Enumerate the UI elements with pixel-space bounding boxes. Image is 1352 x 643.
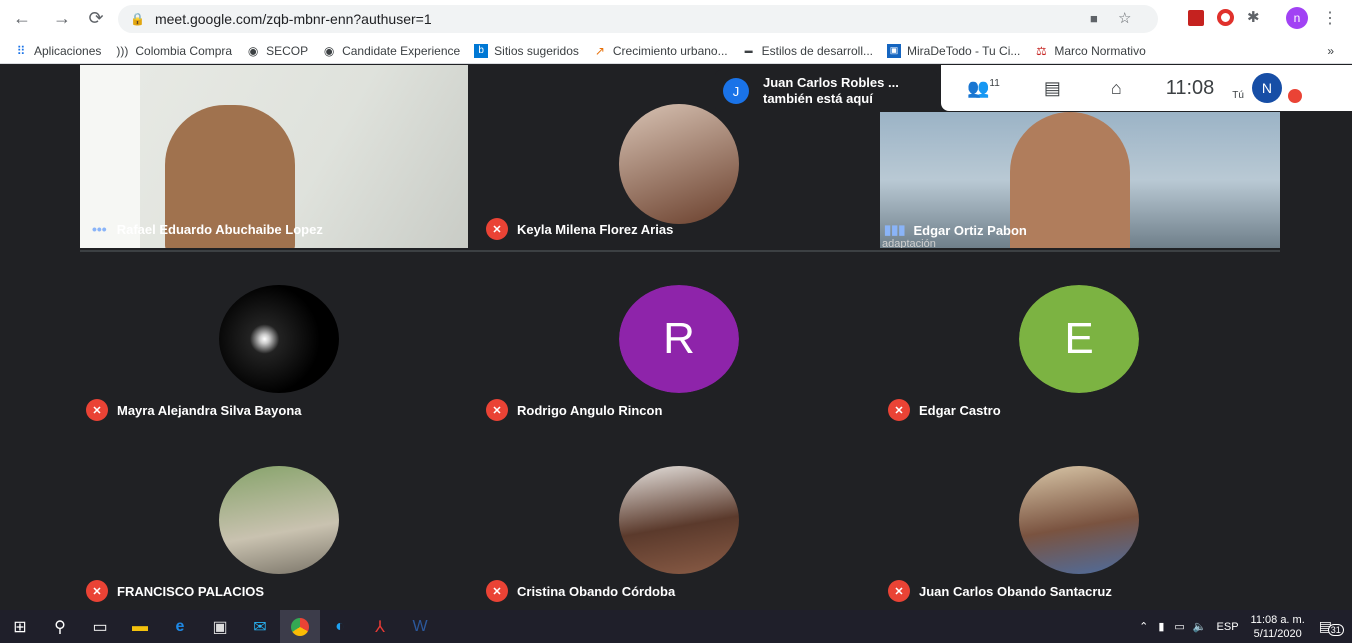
mic-off-icon: ✕ bbox=[86, 399, 108, 421]
participant-tile-rafael[interactable]: ••• Rafael Eduardo Abuchaibe Lopez bbox=[80, 65, 468, 248]
edge-icon[interactable]: ◐ bbox=[320, 610, 360, 643]
address-bar[interactable]: 🔒 meet.google.com/zqb-mbnr-enn?authuser=… bbox=[118, 5, 1158, 33]
mic-off-icon: ✕ bbox=[486, 218, 508, 240]
activities-icon[interactable]: ⌂ bbox=[1111, 78, 1122, 99]
mic-off-icon: ✕ bbox=[86, 580, 108, 602]
self-mic-off-icon bbox=[1287, 89, 1302, 103]
bookmark-aplicaciones[interactable]: ⠿ Aplicaciones bbox=[14, 43, 102, 58]
internet-explorer-icon[interactable]: e bbox=[160, 610, 200, 643]
language-indicator[interactable]: ESP bbox=[1217, 621, 1239, 633]
chat-icon[interactable]: ▤ bbox=[1044, 78, 1061, 99]
bookmark-colombia-compra[interactable]: ))) Colombia Compra bbox=[115, 44, 232, 58]
letter-avatar-r: R bbox=[619, 285, 739, 393]
globe-icon: ◉ bbox=[247, 43, 259, 58]
mic-off-icon: ✕ bbox=[888, 399, 910, 421]
chart-icon: ↗ bbox=[594, 43, 605, 58]
system-clock[interactable]: 11:08 a. m. 5/11/2020 bbox=[1251, 613, 1305, 641]
mic-off-icon: ✕ bbox=[486, 580, 508, 602]
self-label: Tú bbox=[1232, 89, 1244, 101]
scale-icon: ⚖ bbox=[1036, 43, 1047, 58]
participant-avatar-keyla bbox=[619, 104, 739, 224]
network-icon[interactable]: ▭ bbox=[1174, 620, 1184, 633]
file-explorer-icon[interactable]: ▬ bbox=[120, 610, 160, 643]
participant-name-keyla: ✕ Keyla Milena Florez Arias bbox=[486, 218, 673, 240]
participant-name-francisco: ✕ FRANCISCO PALACIOS bbox=[86, 580, 264, 602]
participant-name-juan-carlos: ✕ Juan Carlos Obando Santacruz bbox=[888, 580, 1112, 602]
notice-avatar: J bbox=[723, 78, 749, 104]
bookmark-crecimiento-urbano[interactable]: ↗ Crecimiento urbano... bbox=[593, 44, 728, 58]
windows-taskbar: ⊞ ⚲ ▭ ▬ e ▣ ✉ ◐ ⅄ W ⌃ ▮ ▭ 🔈 ESP 11:08 a.… bbox=[0, 610, 1352, 643]
forward-arrow-icon[interactable]: → bbox=[50, 8, 74, 29]
mail-icon[interactable]: ✉ bbox=[240, 610, 280, 643]
bookmarks-overflow[interactable]: » bbox=[1327, 44, 1334, 58]
notification-count: 31 bbox=[1327, 624, 1344, 636]
notice-name: Juan Carlos Robles ... bbox=[763, 75, 899, 90]
chrome-taskbar-icon[interactable] bbox=[280, 610, 320, 643]
opera-extension-icon[interactable] bbox=[1217, 9, 1234, 26]
star-icon[interactable]: ☆ bbox=[1118, 9, 1131, 27]
task-view-icon[interactable]: ▭ bbox=[80, 610, 120, 643]
letter-avatar-e: E bbox=[1019, 285, 1139, 393]
site-icon: ▬ bbox=[744, 46, 753, 55]
apps-grid-icon: ⠿ bbox=[16, 43, 26, 58]
bookmark-candidate-experience[interactable]: ◉ Candidate Experience bbox=[322, 44, 460, 58]
bookmark-secop[interactable]: ◉ SECOP bbox=[246, 44, 308, 58]
meet-top-bar: 👥 11 ▤ ⌂ 11:08 Tú N bbox=[941, 65, 1352, 111]
volume-icon[interactable]: 🔈 bbox=[1193, 620, 1207, 633]
participants-count: 11 bbox=[989, 77, 1000, 89]
tray-chevron-icon[interactable]: ⌃ bbox=[1139, 620, 1148, 633]
participant-avatar-cristina bbox=[619, 466, 739, 574]
bookmark-estilos-de-desarrollo[interactable]: ▬ Estilos de desarroll... bbox=[742, 44, 873, 58]
self-avatar[interactable]: N bbox=[1251, 73, 1282, 103]
browser-toolbar: ← → ⟳ 🔒 meet.google.com/zqb-mbnr-enn?aut… bbox=[0, 0, 1352, 38]
globe-icon: ◉ bbox=[323, 43, 335, 58]
speaking-bars-icon: ▮▮▮ bbox=[884, 222, 906, 237]
lock-icon: 🔒 bbox=[130, 12, 145, 26]
acrobat-icon[interactable]: ⅄ bbox=[360, 610, 400, 643]
people-icon: 👥 bbox=[967, 77, 990, 98]
participant-name-rodrigo: ✕ Rodrigo Angulo Rincon bbox=[486, 399, 662, 421]
url-text[interactable]: meet.google.com/zqb-mbnr-enn?authuser=1 bbox=[155, 11, 432, 27]
bing-icon: b bbox=[474, 43, 489, 58]
store-icon[interactable]: ▣ bbox=[200, 610, 240, 643]
video-overlay-text: adaptación bbox=[882, 238, 936, 248]
participant-avatar-rodrigo: R bbox=[619, 285, 739, 393]
profile-avatar[interactable]: n bbox=[1286, 7, 1308, 29]
participant-avatar-francisco bbox=[219, 466, 339, 574]
bookmarks-bar: ⠿ Aplicaciones ))) Colombia Compra ◉ SECOP … bbox=[0, 38, 1352, 64]
join-notification: J Juan Carlos Robles ... también está aq… bbox=[715, 70, 937, 112]
participant-name: ▮▮▮ Edgar Ortiz Pabon bbox=[884, 222, 1027, 238]
menu-kebab-icon[interactable]: ⋮ bbox=[1322, 8, 1338, 28]
colombia-compra-icon: ))) bbox=[116, 43, 129, 58]
mic-off-icon: ✕ bbox=[486, 399, 508, 421]
pdf-extension-icon[interactable] bbox=[1188, 10, 1204, 26]
participant-tile-edgar-ortiz[interactable]: ▮▮▮ Edgar Ortiz Pabon adaptación bbox=[880, 112, 1280, 248]
speaking-dots-icon: ••• bbox=[92, 221, 107, 237]
extensions-puzzle-icon[interactable]: ✱ bbox=[1247, 8, 1260, 26]
participant-avatar-mayra bbox=[219, 285, 339, 393]
back-arrow-icon[interactable]: ← bbox=[10, 8, 34, 29]
mic-off-icon: ✕ bbox=[888, 580, 910, 602]
meeting-clock: 11:08 bbox=[1165, 76, 1215, 99]
participant-avatar-juan-carlos bbox=[1019, 466, 1139, 574]
camera-icon[interactable]: ■ bbox=[1090, 11, 1098, 26]
participant-video bbox=[1010, 112, 1130, 248]
participant-name-mayra: ✕ Mayra Alejandra Silva Bayona bbox=[86, 399, 302, 421]
search-icon[interactable]: ⚲ bbox=[40, 610, 80, 643]
notifications-icon[interactable]: ▤ 31 bbox=[1319, 618, 1344, 636]
bookmark-marco-normativo[interactable]: ⚖ Marco Normativo bbox=[1034, 43, 1146, 58]
reload-icon[interactable]: ⟳ bbox=[84, 8, 108, 29]
bookmark-miradetodo[interactable]: ▣ MiraDeTodo - Tu Ci... bbox=[887, 43, 1020, 58]
usb-icon[interactable]: ▮ bbox=[1158, 620, 1164, 633]
tv-icon: ▣ bbox=[887, 43, 902, 58]
bookmark-sitios-sugeridos[interactable]: b Sitios sugeridos bbox=[474, 43, 579, 58]
participant-name: ••• Rafael Eduardo Abuchaibe Lopez bbox=[92, 221, 323, 237]
participants-button[interactable]: 👥 11 bbox=[967, 78, 1000, 99]
windows-start-icon[interactable]: ⊞ bbox=[0, 610, 40, 643]
participant-avatar-edgar-castro: E bbox=[1019, 285, 1139, 393]
participant-name-edgar-castro: ✕ Edgar Castro bbox=[888, 399, 1001, 421]
word-icon[interactable]: W bbox=[400, 610, 440, 643]
participant-name-cristina: ✕ Cristina Obando Córdoba bbox=[486, 580, 675, 602]
notice-message: también está aquí bbox=[763, 91, 873, 106]
